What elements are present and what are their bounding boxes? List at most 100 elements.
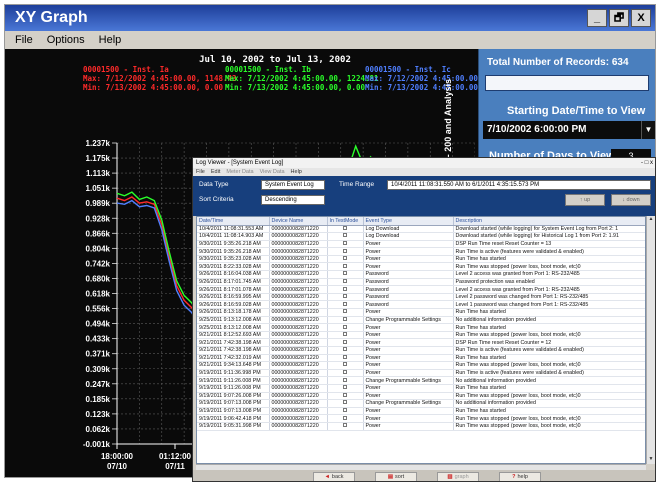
table-row[interactable]: 9/26/2011 8:16:04.038 AM 0000000082871220… [197,270,645,279]
test-mode-checkbox[interactable] [327,270,364,279]
col-device-name[interactable]: Device Name [269,217,328,226]
table-row[interactable]: 9/25/2011 8:13:12.008 AM 0000000082871220… [197,323,645,332]
table-row[interactable]: 9/19/2011 9:07:13.008 PM 0000000082871220… [197,399,645,408]
test-mode-checkbox[interactable] [327,422,364,431]
legend-ic: 00001500 - Inst. Ic Max: 7/12/2002 4:45:… [365,65,482,92]
cell-description: No additional information provided [453,399,645,408]
test-mode-checkbox[interactable] [327,225,364,234]
test-mode-checkbox[interactable] [327,399,364,408]
test-mode-checkbox[interactable] [327,247,364,256]
table-row[interactable]: 9/26/2011 8:17:01.745 AM 0000000082871220… [197,278,645,287]
test-mode-checkbox[interactable] [327,308,364,317]
graph-button[interactable]: ▥ graph [437,472,479,481]
test-mode-checkbox[interactable] [327,376,364,385]
table-row[interactable]: 10/4/2011 11:08:14.903 AM 000000008287122… [197,232,645,241]
test-mode-checkbox[interactable] [327,232,364,241]
help-button[interactable]: ? help [499,472,541,481]
back-button[interactable]: ◄ back [313,472,355,481]
test-mode-checkbox[interactable] [327,255,364,264]
table-row[interactable]: 9/30/2011 9:35:26.218 AM 0000000082871220… [197,247,645,256]
test-mode-checkbox[interactable] [327,331,364,340]
cell-description: Run Time is active (features were valida… [453,346,645,355]
log-menu-edit[interactable]: Edit [211,169,220,175]
menu-help[interactable]: Help [99,34,122,46]
cell-device-name: 0000000082871220 [269,376,328,385]
table-row[interactable]: 9/19/2011 9:11:26.008 PM 0000000082871220… [197,384,645,393]
table-row[interactable]: 9/19/2011 9:11:26.008 PM 0000000082871220… [197,376,645,385]
sort-button[interactable]: ▤ sort [375,472,417,481]
test-mode-checkbox[interactable] [327,414,364,423]
log-menu-help[interactable]: Help [291,169,302,175]
test-mode-checkbox[interactable] [327,316,364,325]
table-row[interactable]: 9/26/2011 8:16:59.028 AM 0000000082871220… [197,300,645,310]
test-mode-checkbox[interactable] [327,346,364,355]
sort-criteria-field[interactable]: Descending [261,195,325,205]
table-row[interactable]: 9/26/2011 8:13:18.178 AM 0000000082871220… [197,308,645,317]
help-icon: ? [512,474,516,480]
test-mode-checkbox[interactable] [327,285,364,294]
table-row[interactable]: 9/30/2011 9:35:23.028 AM 0000000082871220… [197,255,645,264]
close-button[interactable]: X [631,9,651,27]
chevron-down-icon[interactable]: ▼ [641,121,655,139]
cell-datetime: 9/26/2011 8:17:01.078 AM [197,285,270,294]
legend-ib-max: Max: 7/12/2002 4:45:00.00, 1224.81 [225,74,379,83]
test-mode-checkbox[interactable] [327,392,364,401]
log-menu-file[interactable]: File [196,169,205,175]
menu-options[interactable]: Options [47,34,85,46]
up-button[interactable]: ↑ up [565,194,605,206]
col-description[interactable]: Description [453,217,645,226]
table-row[interactable]: 9/19/2011 9:11:36.998 PM 0000000082871220… [197,369,645,378]
table-row[interactable]: 9/19/2011 9:05:31.998 PM 0000000082871220… [197,422,645,431]
test-mode-checkbox[interactable] [327,293,364,302]
table-row[interactable]: 10/4/2011 11:08:31.553 AM 000000008287122… [197,225,645,234]
cell-event-type: Power [363,240,454,249]
test-mode-checkbox[interactable] [327,354,364,363]
test-mode-checkbox[interactable] [327,278,364,287]
log-menu-view-data[interactable]: View Data [260,169,285,175]
table-row[interactable]: 9/19/2011 9:07:13.008 PM 0000000082871220… [197,407,645,416]
test-mode-checkbox[interactable] [327,323,364,332]
test-mode-checkbox[interactable] [327,384,364,393]
minimize-button[interactable]: _ [587,9,607,27]
scroll-down-icon[interactable]: ▼ [647,456,655,464]
test-mode-checkbox[interactable] [327,338,364,347]
table-row[interactable]: 9/26/2011 8:16:59.995 AM 0000000082871220… [197,293,645,302]
table-row[interactable]: 9/21/2011 7:42:38.198 AM 0000000082871220… [197,346,645,355]
scroll-up-icon[interactable]: ▲ [647,216,655,224]
restore-button[interactable]: 🗗 [609,9,629,27]
y-tick-label: 1.237k [86,139,111,148]
table-row[interactable]: 9/19/2011 9:07:26.008 PM 0000000082871220… [197,392,645,401]
table-row[interactable]: 9/30/2011 8:22:33.028 AM 0000000082871220… [197,262,645,272]
cell-device-name: 0000000082871220 [269,225,328,234]
col-datetime[interactable]: Date/Time [197,217,270,226]
time-range-field[interactable]: 10/4/2011 11:08:31.550 AM to 6/1/2011 4:… [387,180,651,190]
table-row[interactable]: 9/21/2011 9:34:13.648 PM 0000000082871220… [197,361,645,370]
test-mode-checkbox[interactable] [327,407,364,416]
table-row[interactable]: 9/30/2011 9:35:26.218 AM 0000000082871220… [197,240,645,249]
col-test-mode[interactable]: In TestMode [327,217,364,226]
start-date-select[interactable]: 7/10/2002 6:00:00 PM [483,121,641,139]
test-mode-checkbox[interactable] [327,369,364,378]
menu-file[interactable]: File [15,34,33,46]
table-row[interactable]: 9/21/2011 7:42:38.198 AM 0000000082871220… [197,338,645,347]
table-row[interactable]: 9/19/2011 9:06:42.418 PM 0000000082871220… [197,414,645,423]
test-mode-checkbox[interactable] [327,240,364,249]
test-mode-checkbox[interactable] [327,361,364,370]
table-row[interactable]: 9/21/2011 8:12:52.693 AM 0000000082871220… [197,331,645,340]
log-menu-meter-data[interactable]: Meter Data [226,169,253,175]
vertical-scrollbar[interactable]: ▲ ▼ [646,216,655,464]
col-event-type[interactable]: Event Type [363,217,454,226]
table-row[interactable]: 9/25/2011 9:13:12.008 AM 0000000082871220… [197,316,645,325]
y-tick-label: 0.062k [86,425,111,434]
y-tick-label: 0.371k [86,350,111,359]
test-mode-checkbox[interactable] [327,262,364,272]
data-type-field[interactable]: System Event Log [261,180,325,190]
down-button[interactable]: ↓ down [611,194,651,206]
table-row[interactable]: 9/21/2011 7:42:32.019 AM 0000000082871220… [197,354,645,363]
log-window-controls[interactable]: - □ x [641,160,655,166]
test-mode-checkbox[interactable] [327,300,364,310]
cell-description: Run Time was stopped (power loss, boot m… [453,392,645,401]
cell-datetime: 9/19/2011 9:06:42.418 PM [197,414,270,423]
cell-description: Download started (while logging) for Sys… [453,225,645,234]
table-row[interactable]: 9/26/2011 8:17:01.078 AM 0000000082871220… [197,285,645,294]
